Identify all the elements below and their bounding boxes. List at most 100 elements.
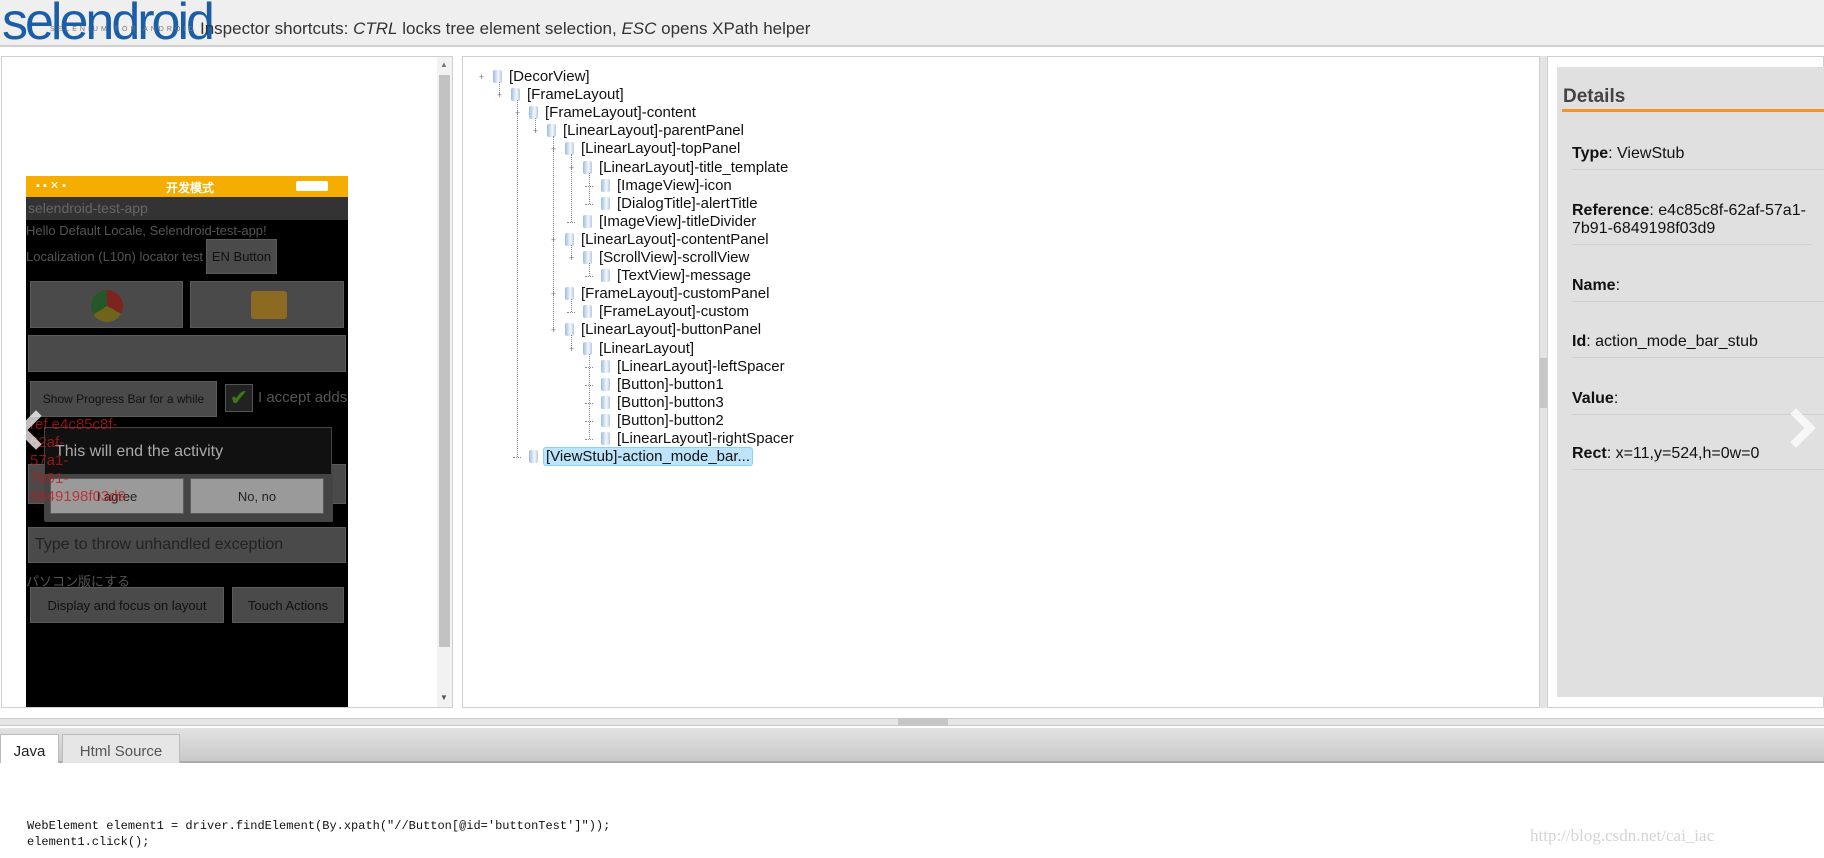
tree-node-label[interactable]: [FrameLayout]-customPanel [579,285,771,303]
detail-row-value: Value: [1572,390,1824,415]
tree-node-label[interactable]: [LinearLayout]-contentPanel [579,231,771,249]
detail-row-id: Id: action_mode_bar_stub [1572,333,1824,358]
expand-toggle-icon[interactable]: + [567,254,576,263]
tab-java[interactable]: Java [0,734,59,763]
dialog: This will end the activity I agree No, n… [44,427,333,522]
expand-toggle-icon[interactable]: + [513,109,522,118]
tree-node-label[interactable]: [ImageView]-icon [615,177,734,195]
expand-toggle-icon[interactable]: + [477,73,486,82]
contacts-button[interactable] [190,281,344,328]
tree-connector [517,100,518,458]
tree-node-label[interactable]: [DialogTitle]-alertTitle [615,195,760,213]
status-title: 开发模式 [166,181,215,195]
detail-row-rect: Rect: x=11,y=524,h=0w=0 [1572,445,1824,470]
tree-node-label[interactable]: [DecorView] [507,68,592,86]
tree-node-label[interactable]: [LinearLayout]-parentPanel [561,122,746,140]
dialog-title: This will end the activity [55,443,224,460]
tree-node-label[interactable]: [Button]-button2 [615,412,726,430]
detail-row-type: Type: ViewStub [1572,145,1824,170]
exception-input[interactable]: Type to throw unhandled exception [28,527,346,563]
scroll-down-arrow-icon[interactable]: ▼ [440,693,448,702]
tree-node-label[interactable]: [LinearLayout]-leftSpacer [615,358,787,376]
tree-node-label[interactable]: [FrameLayout]-custom [597,303,751,321]
tree-node-label[interactable]: [TextView]-message [615,267,753,285]
folder-icon [251,291,287,319]
detail-key: Type [1572,145,1609,162]
accept-label: I accept adds [258,389,348,406]
en-button[interactable]: EN Button [206,239,277,274]
no-button[interactable]: No, no [190,478,324,514]
tree-node-label[interactable]: [Button]-button3 [615,394,726,412]
tree-connector [513,457,521,459]
tree-node-label[interactable]: [ViewStub]-action_mode_bar... [543,447,754,467]
expand-toggle-icon[interactable]: + [567,344,576,354]
view-node-icon [565,142,574,156]
tree-connector [585,276,593,278]
tree-connector [585,384,593,386]
tree-node-label[interactable]: [FrameLayout]-content [543,104,698,122]
chrome-button[interactable] [30,281,183,328]
expand-toggle-icon[interactable]: + [567,163,576,173]
expand-toggle-icon[interactable]: + [549,235,558,245]
view-node-icon [601,196,610,210]
splitter-grip[interactable] [1540,358,1547,408]
detail-key: Value [1572,390,1614,407]
chrome-icon [91,290,123,322]
view-node-icon [601,359,610,373]
view-node-icon [529,106,538,120]
view-node-icon [583,251,592,264]
tree-connector [585,439,593,440]
scrollbar-thumb[interactable] [439,75,450,647]
tree-connector [589,172,590,204]
touch-actions-button[interactable]: Touch Actions [232,587,344,623]
view-node-icon [583,305,592,319]
app-title: selendroid-test-app [28,200,148,216]
tree-node-label[interactable]: [ImageView]-titleDivider [597,213,758,231]
code-tabs: Java Html Source [0,728,1824,763]
logo-subtitle: SELENIUM FOR ANDROID [50,26,197,33]
tree-connector [585,203,593,205]
tree-connector [589,263,590,277]
code-line: WebElement element1 = driver.findElement… [27,819,611,833]
tree-node-label[interactable]: [Button]-button1 [615,376,726,394]
splitter-grip[interactable] [898,719,948,725]
status-bar: ▪ ▪ ✕ ▪ 开发模式 [26,176,348,197]
detail-value: action_mode_bar_stub [1595,333,1758,350]
l10n-label: Localization (L10n) locator test [26,249,204,264]
expand-toggle-icon[interactable]: + [549,145,558,154]
view-node-icon [529,450,538,464]
tree-node-label[interactable]: [ScrollView]-scrollView [597,249,751,267]
tree-node-label[interactable]: [LinearLayout]-buttonPanel [579,321,763,339]
expand-toggle-icon[interactable]: + [549,326,558,335]
element-ref-overlay: 57a1- [30,452,69,469]
hint-text: locks tree element selection, [397,19,622,38]
detail-separator: : [1608,145,1618,162]
tab-html-source[interactable]: Html Source [62,734,180,763]
show-progress-bar-button[interactable]: Show Progress Bar for a while [30,381,217,417]
view-node-icon [601,395,610,409]
tree-node-label[interactable]: [LinearLayout] [597,340,696,358]
view-node-icon [601,413,610,427]
status-icons: ▪ ▪ ✕ ▪ [36,180,67,192]
tree-node-label[interactable]: [LinearLayout]-rightSpacer [615,430,796,448]
expand-toggle-icon[interactable]: + [495,91,504,100]
device-screen[interactable]: ▪ ▪ ✕ ▪ 开发模式 selendroid-test-app Hello D… [26,176,348,707]
scroll-up-arrow-icon[interactable]: ▲ [440,60,448,69]
app-title-bar: selendroid-test-app [26,197,348,220]
battery-icon [296,181,328,191]
expand-toggle-icon[interactable]: + [531,127,540,136]
tree-node-label[interactable]: [LinearLayout]-topPanel [579,140,742,158]
display-focus-button[interactable]: Display and focus on layout [30,587,224,623]
hello-text: Hello Default Locale, Selendroid-test-ap… [26,223,267,238]
detail-value: ViewStub [1617,145,1685,162]
detail-separator: : [1615,277,1621,294]
expand-toggle-icon[interactable]: + [549,290,558,299]
view-node-icon [565,323,574,337]
tree-node-label[interactable]: [LinearLayout]-title_template [597,159,790,177]
tree-node-label[interactable]: [FrameLayout] [525,86,626,104]
view-node-icon [601,178,610,192]
accept-checkbox[interactable]: ✔ [225,384,253,412]
watermark: http://blog.csdn.net/cai_iac [1530,826,1715,845]
detail-key: Rect [1572,445,1607,462]
text-input[interactable] [28,335,346,372]
